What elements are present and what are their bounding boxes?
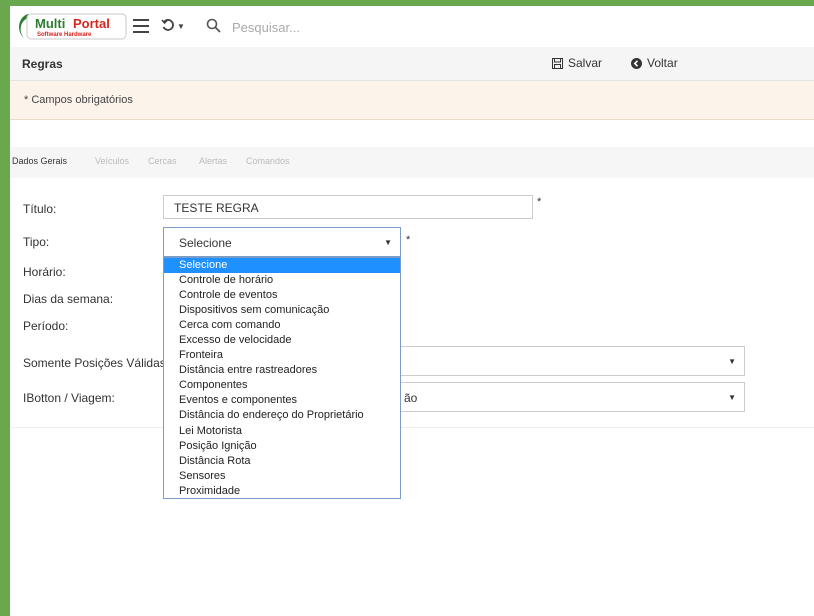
- tab-bar: Dados Gerais Veículos Cercas Alertas Com…: [10, 147, 814, 178]
- required-fields-text: * Campos obrigatórios: [24, 94, 133, 106]
- save-label: Salvar: [568, 56, 603, 70]
- periodo-label: Período:: [23, 319, 69, 333]
- titulo-input[interactable]: TESTE REGRA: [163, 195, 533, 219]
- tab-cercas[interactable]: Cercas: [148, 156, 177, 166]
- dropdown-option[interactable]: Sensores: [164, 469, 400, 484]
- window-frame-left: [0, 0, 10, 616]
- tipo-select[interactable]: Selecione ▼: [163, 227, 401, 257]
- dropdown-option[interactable]: Fronteira: [164, 348, 400, 363]
- tab-alertas[interactable]: Alertas: [199, 156, 227, 166]
- somente-posicoes-label: Somente Posições Válidas:: [23, 356, 170, 370]
- tab-dados-gerais[interactable]: Dados Gerais: [12, 156, 67, 166]
- tipo-selected-value: Selecione: [179, 236, 232, 250]
- save-button[interactable]: Salvar: [552, 56, 602, 70]
- caret-down-icon: ▼: [728, 357, 736, 366]
- horario-label: Horário:: [23, 265, 66, 279]
- dropdown-option[interactable]: Posição Ignição: [164, 439, 400, 454]
- titulo-label: Título:: [23, 202, 57, 216]
- titulo-required-mark: *: [537, 196, 542, 208]
- tipo-required-mark: *: [406, 234, 411, 246]
- tipo-label: Tipo:: [23, 235, 50, 249]
- titulo-value: TESTE REGRA: [174, 201, 259, 215]
- history-button[interactable]: ▼: [161, 17, 185, 34]
- dropdown-option[interactable]: Componentes: [164, 378, 400, 393]
- dropdown-option[interactable]: Dispositivos sem comunicação: [164, 303, 400, 318]
- caret-down-icon: ▼: [384, 238, 392, 247]
- dropdown-option[interactable]: Cerca com comando: [164, 318, 400, 333]
- dropdown-option[interactable]: Controle de horário: [164, 273, 400, 288]
- dropdown-option[interactable]: Distância Rota: [164, 454, 400, 469]
- caret-down-icon: ▼: [177, 21, 185, 31]
- page-title: Regras: [22, 57, 63, 71]
- brand-name-part2: Portal: [73, 16, 110, 31]
- tab-comandos[interactable]: Comandos: [246, 156, 290, 166]
- menu-icon[interactable]: [133, 19, 149, 33]
- brand-tagline: Software Hardware: [37, 32, 92, 38]
- ibotton-partial-value: ão: [404, 391, 418, 405]
- caret-down-icon: ▼: [728, 393, 736, 402]
- search-input[interactable]: [230, 15, 454, 39]
- back-button[interactable]: Voltar: [631, 56, 678, 70]
- tab-veiculos[interactable]: Veículos: [95, 156, 129, 166]
- dropdown-option[interactable]: Controle de eventos: [164, 288, 400, 303]
- save-icon: [552, 58, 563, 69]
- dropdown-option[interactable]: Lei Motorista: [164, 424, 400, 439]
- ibotton-label: IBotton / Viagem:: [23, 391, 115, 405]
- page-header: Regras Salvar Voltar: [10, 47, 814, 81]
- dropdown-option[interactable]: Distância do endereço do Proprietário: [164, 408, 400, 423]
- form-divider: [10, 427, 814, 428]
- dropdown-option[interactable]: Excesso de velocidade: [164, 333, 400, 348]
- dias-semana-label: Dias da semana:: [23, 292, 114, 306]
- tipo-dropdown-list: Selecione Controle de horário Controle d…: [163, 257, 401, 499]
- dropdown-option[interactable]: Eventos e componentes: [164, 393, 400, 408]
- brand-logo[interactable]: Multi Portal Software Hardware: [14, 11, 128, 41]
- top-navbar: Multi Portal Software Hardware ▼: [10, 6, 814, 48]
- brand-name-part1: Multi: [35, 16, 65, 31]
- dropdown-option[interactable]: Selecione: [164, 258, 400, 274]
- back-label: Voltar: [647, 56, 678, 70]
- dropdown-option[interactable]: Distância entre rastreadores: [164, 363, 400, 378]
- back-icon: [631, 58, 642, 69]
- dropdown-option[interactable]: Proximidade: [164, 484, 400, 499]
- history-icon: [161, 19, 174, 31]
- required-fields-note: * Campos obrigatórios: [10, 81, 814, 120]
- search-icon[interactable]: [206, 18, 221, 33]
